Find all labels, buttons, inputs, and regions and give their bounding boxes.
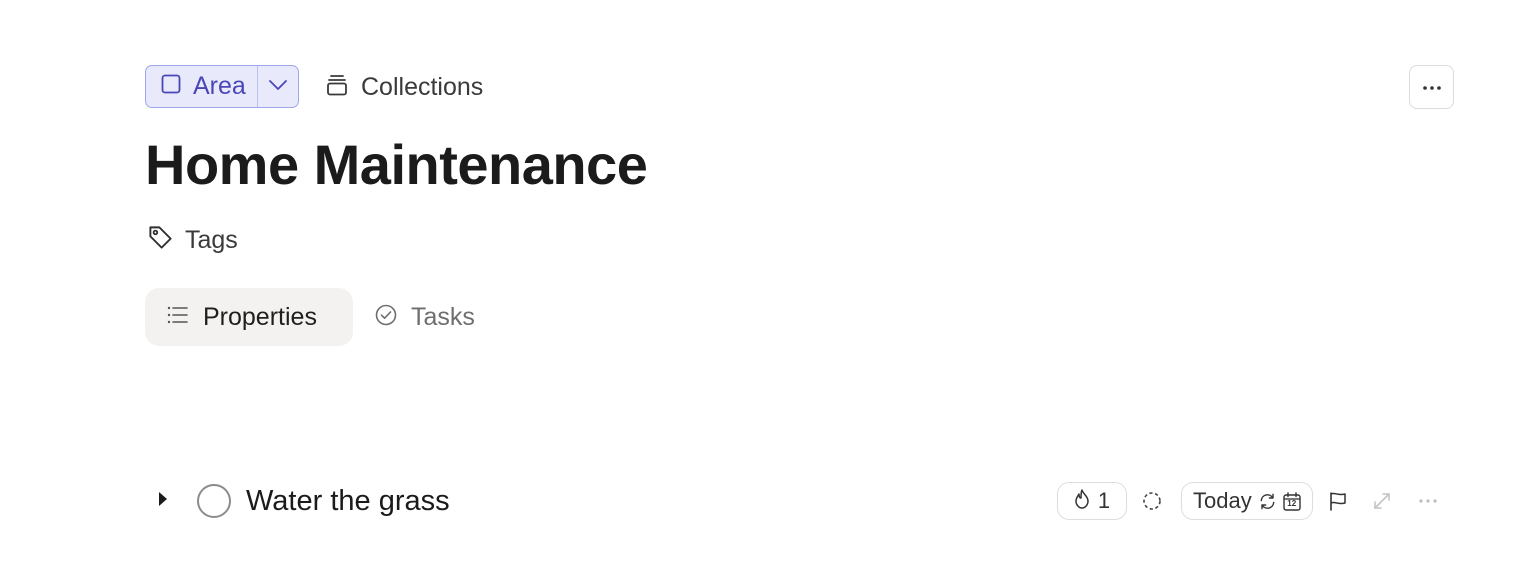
type-button[interactable]: Area (146, 66, 258, 107)
page-title[interactable]: Home Maintenance (145, 130, 648, 200)
page-more-button[interactable] (1409, 65, 1454, 109)
type-selector: Area (145, 65, 299, 108)
task-title[interactable]: Water the grass (246, 484, 450, 518)
type-label: Area (193, 72, 246, 100)
chevron-down-icon (268, 78, 288, 96)
type-dropdown-toggle[interactable] (258, 66, 298, 107)
tab-tasks-label: Tasks (411, 302, 475, 331)
tab-properties[interactable]: Properties (145, 288, 353, 346)
date-pill[interactable]: Today 12 (1181, 482, 1313, 520)
tags-button[interactable]: Tags (147, 224, 238, 256)
flag-icon[interactable] (1327, 490, 1349, 512)
expand-arrows-icon[interactable] (1371, 490, 1393, 512)
status-dashed-circle-icon[interactable] (1142, 491, 1162, 511)
calendar-day: 12 (1287, 498, 1297, 508)
date-label: Today (1193, 488, 1252, 513)
repeat-icon (1258, 492, 1277, 511)
expand-toggle[interactable] (157, 490, 173, 512)
energy-value: 1 (1097, 488, 1111, 513)
energy-pill[interactable]: 1 (1057, 482, 1127, 520)
check-circle-icon (375, 304, 397, 331)
caret-right-icon (157, 490, 169, 513)
list-icon (167, 305, 189, 330)
tags-label: Tags (185, 225, 238, 254)
collections-icon (325, 73, 349, 102)
collections-label: Collections (361, 72, 484, 101)
task-more-icon[interactable] (1417, 490, 1439, 512)
task-row[interactable]: Water the grass 1 Today 12 (145, 480, 1455, 522)
collections-button[interactable]: Collections (325, 72, 483, 102)
flame-icon (1074, 488, 1090, 514)
task-checkbox[interactable] (197, 484, 231, 518)
tag-icon (147, 224, 174, 256)
tab-properties-label: Properties (203, 302, 317, 331)
square-icon (161, 74, 181, 99)
calendar-icon: 12 (1283, 491, 1301, 511)
tab-tasks[interactable]: Tasks (365, 288, 505, 346)
ellipsis-icon (1422, 78, 1442, 96)
